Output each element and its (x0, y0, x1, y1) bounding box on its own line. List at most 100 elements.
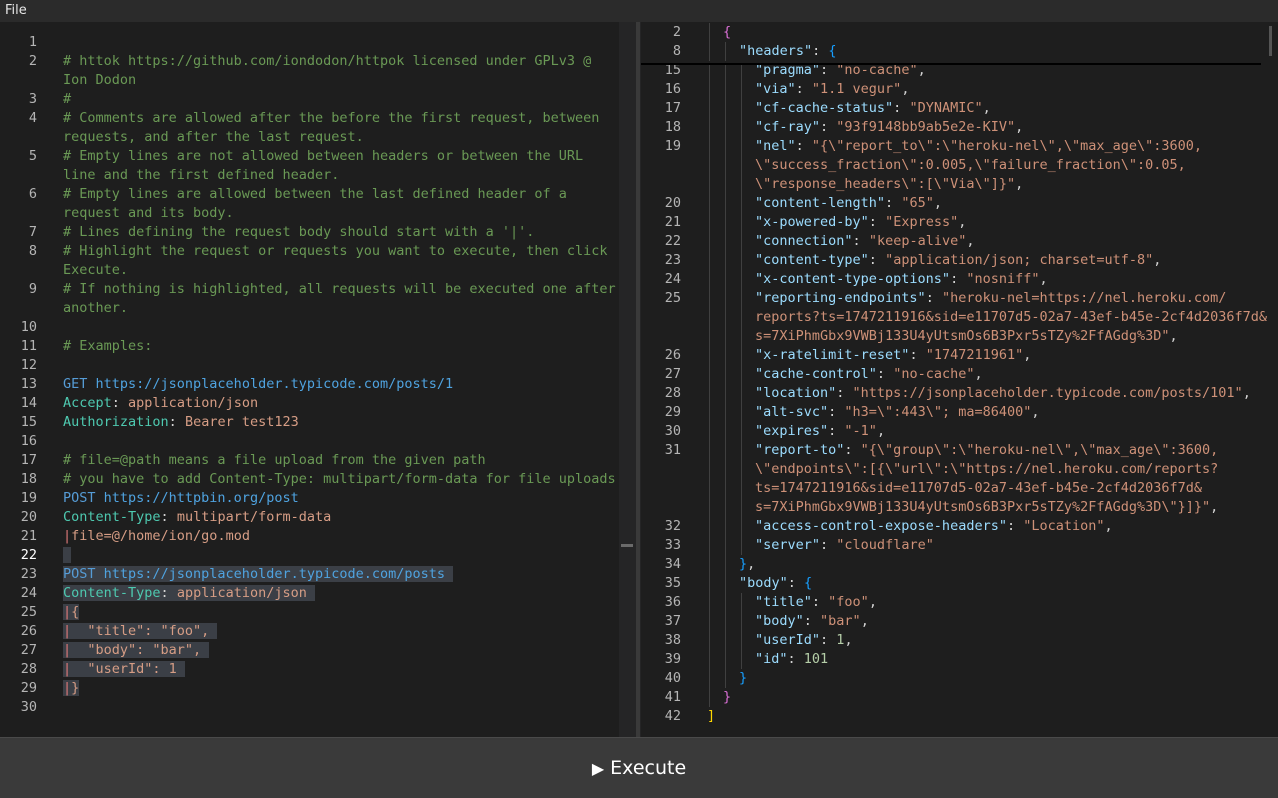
token: : (803, 613, 821, 629)
line-code: } (739, 669, 747, 688)
indent-guide (741, 365, 742, 384)
line-code: "cf-ray": "93f9148bb9ab5e2e-KIV", (755, 118, 1023, 137)
token: "reporting-endpoints" (755, 290, 926, 306)
line-number: 20 (20, 509, 37, 525)
indent-guide (741, 80, 742, 99)
indent-guide (725, 327, 726, 346)
indent-guide (725, 498, 726, 517)
indent-guide (709, 555, 710, 574)
menu-bar: File (0, 0, 1278, 22)
indent-guide (709, 669, 710, 688)
line-code: # (63, 90, 71, 109)
token: # Highlight the request or requests you … (63, 243, 608, 259)
line-code: "content-length": "65", (755, 194, 942, 213)
token: "body" (739, 575, 788, 591)
token: : (868, 252, 886, 268)
editor-scrollbar-track[interactable] (636, 22, 640, 737)
indent-guide (741, 213, 742, 232)
token: Accept (63, 395, 112, 411)
indent-guide (709, 403, 710, 422)
execute-button[interactable]: ▶ Execute (0, 738, 1278, 798)
line-code: "alt-svc": "h3=\":443\"; ma=86400", (755, 403, 1040, 422)
splitter-handle[interactable] (621, 544, 633, 547)
line-code: | "userId": 1 (63, 660, 185, 679)
indent-guide (741, 308, 742, 327)
token: : (876, 366, 894, 382)
indent-guide (725, 42, 726, 61)
token: Execute. (63, 262, 129, 278)
indent-guide (709, 99, 710, 118)
code-line: 22 (0, 546, 619, 565)
code-line: request and its body. (0, 204, 619, 223)
line-number: 30 (664, 423, 681, 439)
token: : (811, 594, 829, 610)
token: , (901, 81, 910, 97)
token: } (723, 689, 732, 705)
indent-guide (709, 156, 710, 175)
line-code: POST https://jsonplaceholder.typicode.co… (63, 565, 454, 584)
line-code: Content-Type: multipart/form-data (63, 508, 331, 527)
menu-file[interactable]: File (5, 3, 27, 18)
response-scrollbar-thumb[interactable] (1269, 26, 1272, 56)
token: s=7XiPhmGbx9VWBj133U4yUtsmOs6B3Pxr5sTZy%… (755, 328, 1170, 344)
indent-guide (709, 346, 710, 365)
indent-guide (741, 631, 742, 650)
code-line: \"response_headers\":[\"Via\"]}", (641, 175, 1278, 194)
token: \"success_fraction\":0.005,\"failure_fra… (755, 157, 1186, 173)
indent-guide (709, 593, 710, 612)
request-editor[interactable]: 1 2 # httok https://github.com/iondodon/ht… (0, 22, 619, 737)
line-number: 21 (664, 214, 681, 230)
code-line: 30 (0, 698, 619, 717)
token: POST (63, 566, 104, 582)
token: { (723, 24, 732, 40)
indent-guide (741, 346, 742, 365)
line-code: s=7XiPhmGbx9VWBj133U4yUtsmOs6B3Pxr5sTZy%… (755, 327, 1178, 346)
code-line: Ion Dodon (0, 71, 619, 90)
line-number: 26 (664, 347, 681, 363)
token: : (795, 81, 812, 97)
indent-guide (741, 156, 742, 175)
indent-guide (709, 384, 710, 403)
token: : (787, 651, 804, 667)
code-line: 1 (0, 33, 619, 52)
indent-guide (741, 650, 742, 669)
token: , (844, 632, 853, 648)
line-number: 39 (664, 651, 681, 667)
line-number: 16 (20, 433, 37, 449)
line-number: 8 (672, 43, 681, 59)
line-code: "access-control-expose-headers": "Locati… (755, 517, 1113, 536)
indent-guide (741, 403, 742, 422)
token: # httok https://github.com/iondodon/http… (63, 53, 592, 69)
line-code: "cf-cache-status": "DYNAMIC", (755, 99, 991, 118)
line-code: Ion Dodon (63, 71, 136, 90)
token: "93f9148bb9ab5e2e-KIV" (836, 119, 1016, 135)
pane-splitter[interactable] (619, 22, 641, 737)
indent-guide (725, 517, 726, 536)
token: "x-powered-by" (755, 214, 869, 230)
response-viewer[interactable]: 2{8 "headers": { 15 "pragma": "no-cache", 1… (641, 22, 1278, 737)
indent-guide (709, 441, 710, 460)
line-number: 31 (664, 442, 681, 458)
line-code: # httok https://github.com/iondodon/http… (63, 52, 591, 71)
token: application/json (128, 395, 259, 411)
indent-guide (709, 251, 710, 270)
code-line: 11 # Examples: (0, 337, 619, 356)
indent-guide (741, 137, 742, 156)
line-number: 41 (664, 689, 681, 705)
line-code: # Examples: (63, 337, 152, 356)
indent-guide (741, 118, 742, 137)
line-number: 22 (20, 547, 37, 563)
line-code: Accept: application/json (63, 394, 258, 413)
line-number: 18 (20, 471, 37, 487)
token: "report-to" (755, 442, 845, 458)
code-line: 9 # If nothing is highlighted, all reques… (0, 280, 619, 299)
token: "x-ratelimit-reset" (755, 347, 910, 363)
line-code: }, (739, 555, 755, 574)
code-line: 32 "access-control-expose-headers": "Loca… (641, 517, 1278, 536)
line-number: 26 (20, 623, 37, 639)
token: | (63, 623, 72, 639)
token: "title" (755, 594, 812, 610)
code-line: 12 (0, 356, 619, 375)
indent-guide (725, 650, 726, 669)
token: , (1015, 176, 1024, 192)
